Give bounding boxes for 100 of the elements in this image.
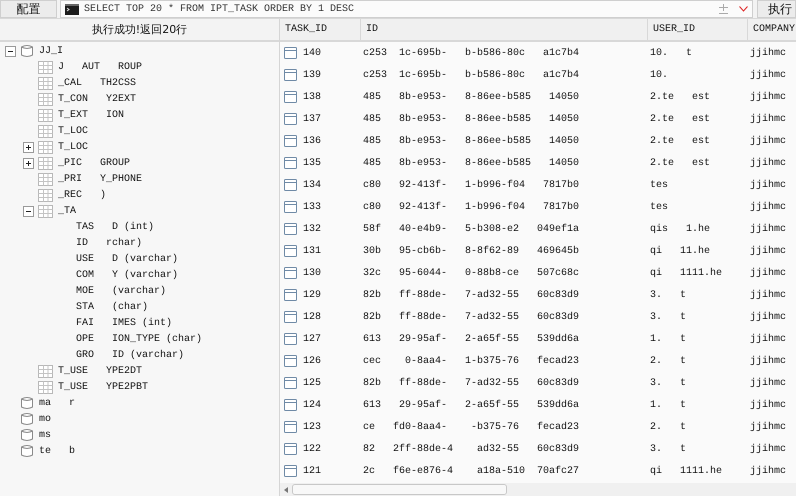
database-icon: [20, 412, 34, 426]
tree-item[interactable]: T_LOC: [58, 142, 88, 152]
collapse-toggle[interactable]: [23, 206, 34, 216]
row-icon: [284, 421, 297, 433]
row-icon: [284, 91, 297, 103]
column-header[interactable]: COMPANY: [753, 24, 796, 35]
tree-item[interactable]: OPE ION_TYPE (char): [76, 334, 202, 344]
table-cell: 121: [303, 466, 322, 476]
expand-toggle[interactable]: [23, 158, 34, 168]
tree-item[interactable]: T_EXT ION: [58, 110, 124, 120]
table-cell: 136: [303, 136, 322, 146]
table-cell: jjihmc: [750, 356, 786, 366]
tree-item[interactable]: te b: [39, 446, 76, 456]
table-cell: 10.: [650, 70, 668, 80]
row-icon: [284, 355, 297, 367]
table-cell: qi 1111.he: [650, 466, 722, 476]
tree-item[interactable]: J AUT ROUP: [58, 62, 142, 72]
query-field[interactable]: SELECT TOP 20 * FROM IPT_TASK ORDER BY 1 DESC: [60, 0, 753, 18]
table-cell: c253 1c-695b- b-b586-80c a1c7b4: [363, 48, 580, 58]
tree-item[interactable]: STA (char): [76, 302, 148, 312]
scroll-left-icon[interactable]: [284, 486, 288, 492]
table-cell: 3. t: [650, 444, 686, 454]
table-cell: 485 8b-e953- 8-86ee-b585 14050: [363, 92, 580, 102]
tree-item[interactable]: T_LOC: [58, 126, 88, 136]
config-button[interactable]: 配置: [0, 0, 57, 18]
table-cell: 128: [303, 312, 322, 322]
table-cell: 126: [303, 356, 322, 366]
table-icon: [38, 108, 53, 122]
row-icon: [284, 69, 297, 81]
table-cell: 135: [303, 158, 322, 168]
table-icon: [38, 172, 53, 186]
tree-item[interactable]: T_CON Y2EXT: [58, 94, 136, 104]
tree-item[interactable]: JJ_I: [39, 46, 64, 56]
tree-item[interactable]: T_USE YPE2DT: [58, 366, 142, 376]
chevron-down-icon[interactable]: [739, 6, 748, 12]
table-cell: 2.te est: [650, 136, 710, 146]
row-icon: [284, 443, 297, 455]
tree-item[interactable]: TAS D (int): [76, 222, 154, 232]
table-cell: c253 1c-695b- b-b586-80c a1c7b4: [363, 70, 580, 80]
scrollbar-thumb[interactable]: [292, 484, 507, 495]
table-cell: qi 1111.he: [650, 268, 722, 278]
tree-item[interactable]: USE D (varchar): [76, 254, 178, 264]
collapse-toggle[interactable]: [5, 46, 16, 56]
table-cell: qi 11.he: [650, 246, 710, 256]
table-cell: 123: [303, 422, 322, 432]
table-icon: [38, 380, 53, 394]
table-cell: 2.te est: [650, 158, 710, 168]
tree-item[interactable]: T_USE YPE2PBT: [58, 382, 148, 392]
column-header[interactable]: TASK_ID: [285, 24, 328, 35]
table-cell: jjihmc: [750, 444, 786, 454]
tree-item[interactable]: ma r: [39, 398, 76, 408]
table-cell: jjihmc: [750, 158, 786, 168]
row-icon: [284, 465, 297, 477]
tree-item[interactable]: mo: [39, 414, 52, 424]
tree-item[interactable]: ID rchar): [76, 238, 142, 248]
table-cell: 32c 95-6044- 0-88b8-ce 507c68c: [363, 268, 580, 278]
table-icon: [38, 124, 53, 138]
table-icon: [38, 140, 53, 154]
table-cell: 58f 40-e4b9- 5-b308-e2 049ef1a: [363, 224, 580, 234]
table-cell: jjihmc: [750, 202, 786, 212]
table-cell: tes: [650, 202, 668, 212]
tree-item[interactable]: FAI IMES (int): [76, 318, 172, 328]
expand-toggle[interactable]: [23, 142, 34, 152]
table-cell: 131: [303, 246, 322, 256]
tree-item[interactable]: MOE (varchar): [76, 286, 166, 296]
table-cell: jjihmc: [750, 268, 786, 278]
table-icon: [38, 60, 53, 74]
row-icon: [284, 135, 297, 147]
tree-item[interactable]: _CAL TH2CSS: [58, 78, 136, 88]
table-icon: [38, 204, 53, 218]
database-icon: [20, 428, 34, 442]
table-cell: jjihmc: [750, 70, 786, 80]
tree-item[interactable]: ms: [39, 430, 52, 440]
row-icon: [284, 179, 297, 191]
row-icon: [284, 47, 297, 59]
column-header[interactable]: ID: [366, 24, 378, 35]
table-cell: c80 92-413f- 1-b996-f04 7817b0: [363, 180, 580, 190]
table-icon: [38, 188, 53, 202]
table-cell: 82 2ff-88de-4 ad32-55 60c83d9: [363, 444, 580, 454]
table-cell: 2.te est: [650, 114, 710, 124]
run-button[interactable]: 执行: [757, 0, 796, 18]
table-cell: 3. t: [650, 312, 686, 322]
row-icon: [284, 267, 297, 279]
tree-item[interactable]: _PRI Y_PHONE: [58, 174, 142, 184]
table-cell: 133: [303, 202, 322, 212]
table-cell: 1. t: [650, 400, 686, 410]
tree-item[interactable]: GRO ID (varchar): [76, 350, 184, 360]
table-cell: 125: [303, 378, 322, 388]
tree-item[interactable]: _REC ): [58, 190, 106, 200]
table-cell: 82b ff-88de- 7-ad32-55 60c83d9: [363, 378, 580, 388]
column-header[interactable]: USER_ID: [653, 24, 696, 35]
table-cell: jjihmc: [750, 290, 786, 300]
tree-item[interactable]: _PIC GROUP: [58, 158, 130, 168]
row-icon: [284, 289, 297, 301]
row-icon: [284, 245, 297, 257]
table-cell: 129: [303, 290, 322, 300]
table-cell: jjihmc: [750, 92, 786, 102]
tree-item[interactable]: COM Y (varchar): [76, 270, 178, 280]
table-cell: 485 8b-e953- 8-86ee-b585 14050: [363, 158, 580, 168]
tree-item[interactable]: _TA: [58, 206, 76, 216]
